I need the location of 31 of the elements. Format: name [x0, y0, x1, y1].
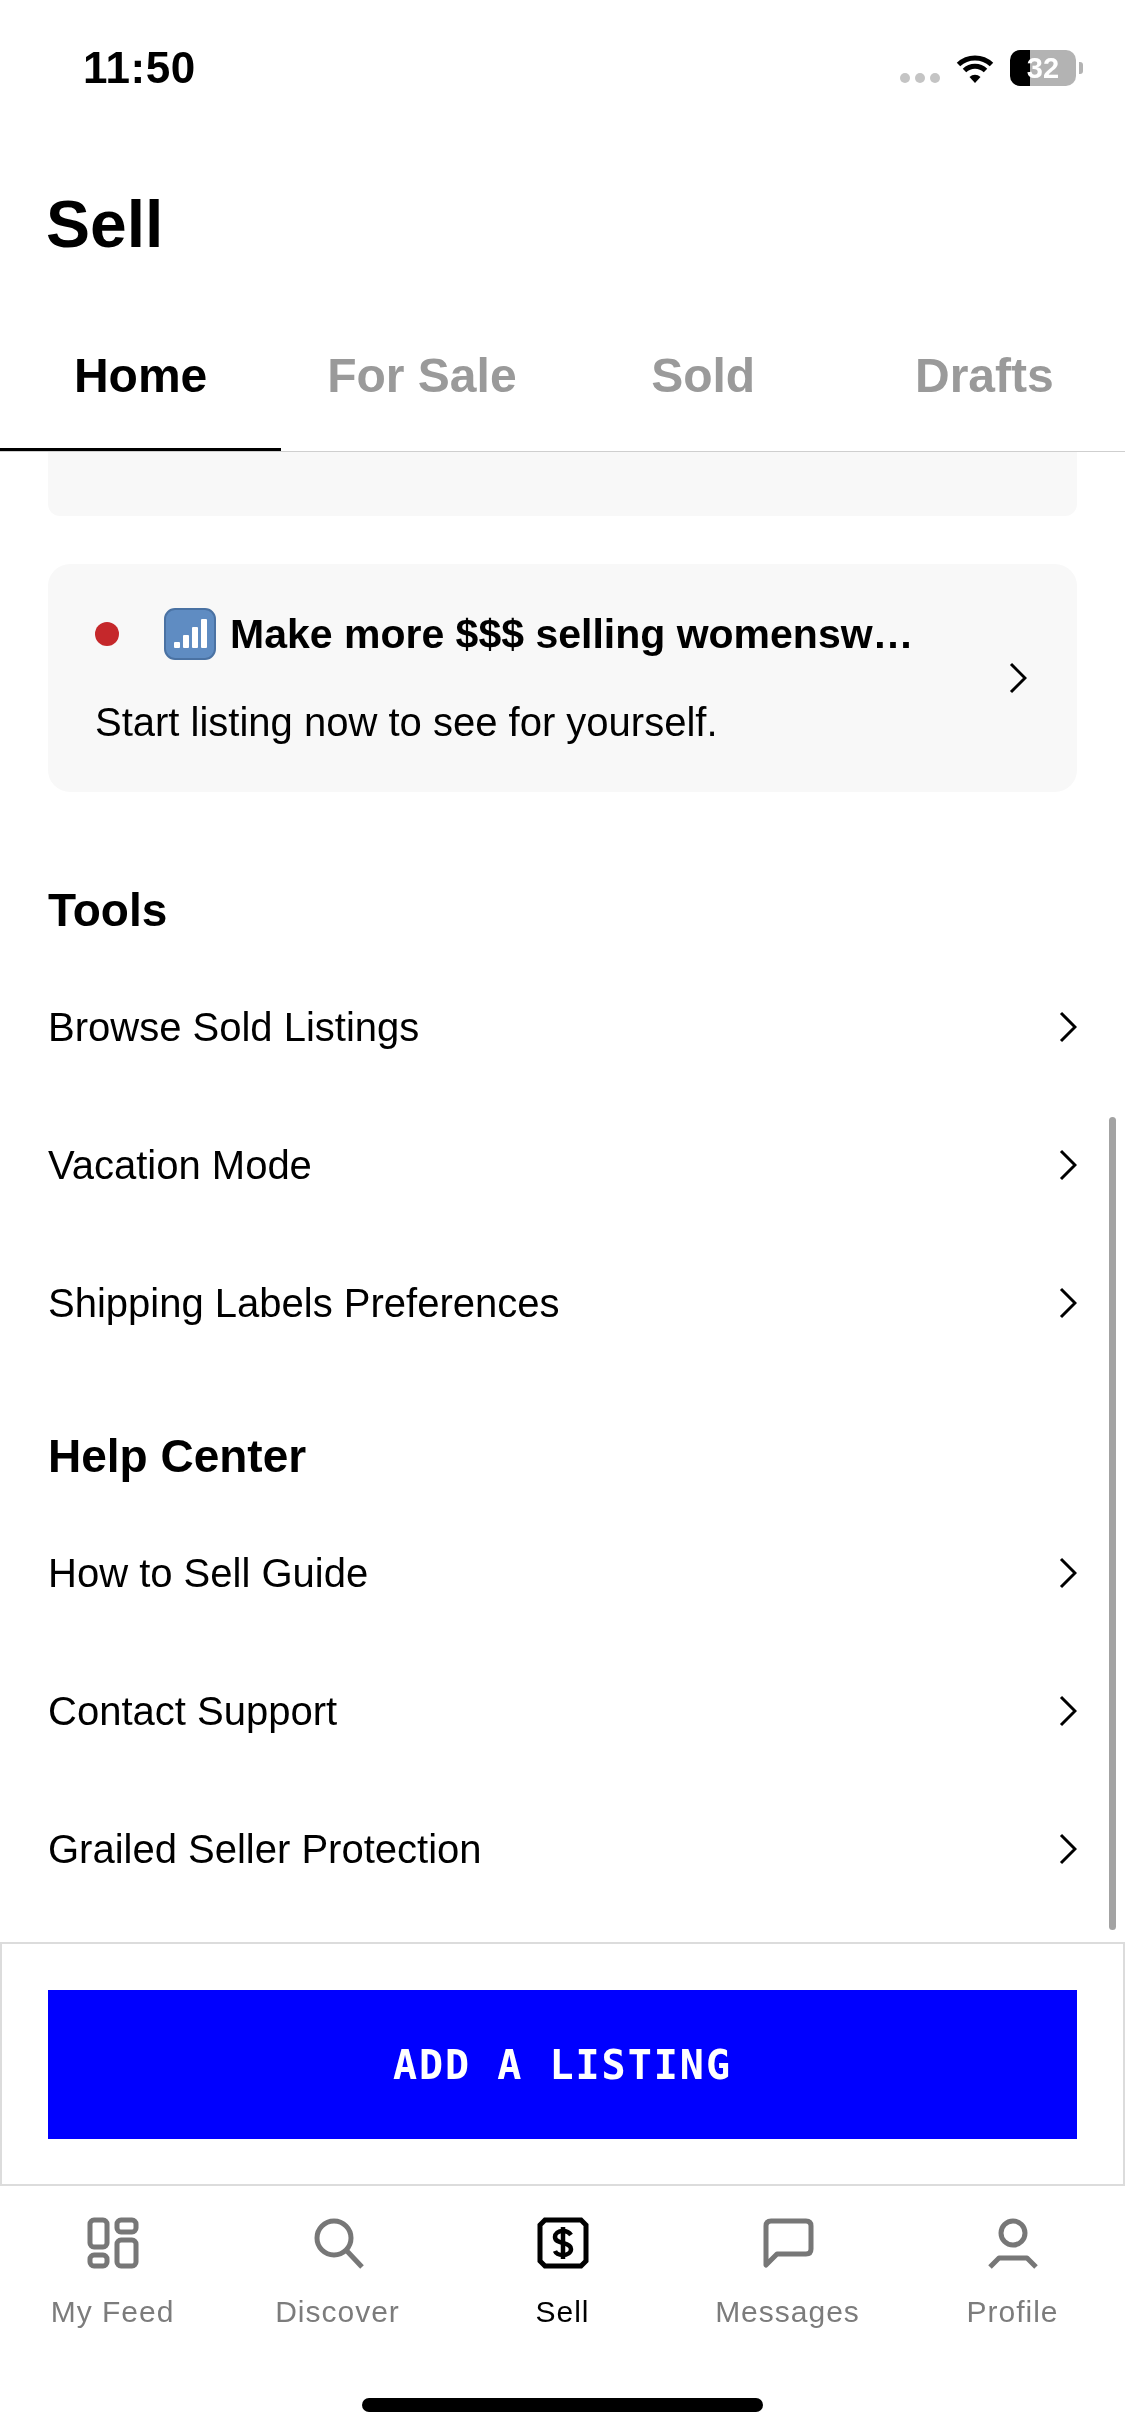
- tab-bar-item[interactable]: Messages: [675, 2186, 900, 2332]
- chevron-icon: [1059, 1011, 1077, 1043]
- chevron-icon: [1009, 662, 1027, 694]
- section-title: Help Center: [48, 1429, 308, 1484]
- menu-row[interactable]: How to Sell Guide: [0, 1504, 1125, 1642]
- tab-bar-item[interactable]: My Feed: [0, 2186, 225, 2332]
- menu-row[interactable]: Vacation Mode: [0, 1096, 1125, 1234]
- page-title: Sell: [46, 186, 164, 262]
- chevron-icon: [1059, 1287, 1077, 1319]
- tab-bar-item[interactable]: Profile: [900, 2186, 1125, 2332]
- grid-icon: [85, 2216, 140, 2270]
- menu-row[interactable]: Browse Sold Listings: [0, 958, 1125, 1096]
- chevron-icon: [1059, 1149, 1077, 1181]
- chevron-icon: [1059, 1695, 1077, 1727]
- dollar-icon: [535, 2216, 590, 2270]
- menu-row[interactable]: Grailed Seller Protection: [0, 1780, 1125, 1918]
- wifi-icon: [954, 52, 996, 84]
- signal-dots-icon: [900, 73, 940, 83]
- chevron-icon: [1059, 1557, 1077, 1589]
- section-title: Tools: [48, 883, 169, 938]
- chevron-icon: [1059, 1833, 1077, 1865]
- promo-subtitle: Start listing now to see for yourself.: [95, 699, 719, 746]
- signal-bars-icon: [164, 608, 216, 660]
- status-time: 11:50: [83, 42, 196, 94]
- promo-title: Make more $$$ selling womensw…: [230, 610, 914, 659]
- tab-bar-item[interactable]: Sell: [450, 2186, 675, 2332]
- menu-row[interactable]: Contact Support: [0, 1642, 1125, 1780]
- tab-bar-item[interactable]: Discover: [225, 2186, 450, 2332]
- promo-card[interactable]: Make more $$$ selling womensw… Start listing now to see for yourself.: [48, 564, 1077, 792]
- add-listing-button[interactable]: ADD A LISTING: [48, 1990, 1077, 2139]
- menu-row[interactable]: Shipping Labels Preferences: [0, 1234, 1125, 1372]
